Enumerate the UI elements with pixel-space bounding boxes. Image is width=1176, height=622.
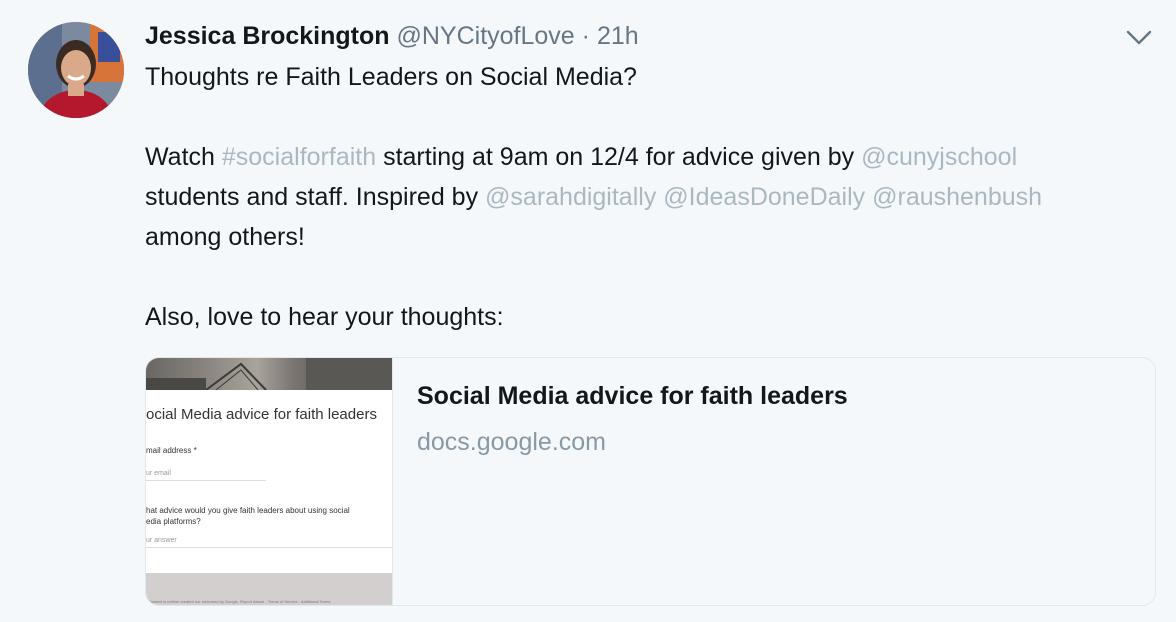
separator-dot: · [581, 22, 590, 50]
tweet-text: starting at 9am on 12/4 for advice given… [376, 143, 862, 171]
tweet-text: Thoughts re Faith Leaders on Social Medi… [145, 63, 637, 91]
tweet-text-line-5: Also, love to hear your thoughts: [145, 297, 504, 337]
thumbnail-header-photo [146, 358, 392, 391]
tweet-timestamp[interactable]: 21h [597, 22, 639, 50]
card-thumbnail: ocial Media advice for faith leaders mai… [146, 358, 393, 605]
mention-link[interactable]: @sarahdigitally [485, 183, 656, 211]
tweet-header: Jessica Brockington @NYCityofLove · 21h [145, 20, 639, 52]
tweet-text-line-1: Thoughts re Faith Leaders on Social Medi… [145, 57, 637, 97]
tweet-text: among others! [145, 223, 305, 251]
tweet-text: Watch [145, 143, 222, 171]
tweet-text: Also, love to hear your thoughts: [145, 303, 504, 331]
thumbnail-field-label: mail address * [146, 446, 197, 455]
hashtag-link[interactable]: #socialforfaith [222, 143, 376, 171]
link-preview-card[interactable]: ocial Media advice for faith leaders mai… [145, 357, 1156, 606]
avatar[interactable] [28, 22, 124, 118]
thumbnail-footer-text: Content is neither created nor endorsed … [148, 599, 331, 604]
thumbnail-field-label: hat advice would you give faith leaders … [146, 506, 350, 515]
tweet-text-line-4: among others! [145, 217, 305, 257]
author-username[interactable]: @NYCityofLove [396, 22, 574, 50]
mention-link[interactable]: @cunyjschool [861, 143, 1017, 171]
tweet: Jessica Brockington @NYCityofLove · 21h … [0, 0, 1176, 622]
thumbnail-field-label: edia platforms? [146, 517, 201, 526]
thumbnail-field-hint: ur answer [146, 537, 177, 544]
thumbnail-divider [146, 547, 392, 548]
thumbnail-form-title: ocial Media advice for faith leaders [146, 406, 377, 423]
card-title[interactable]: Social Media advice for faith leaders [417, 382, 848, 411]
tweet-text: students and staff. Inspired by [145, 183, 486, 211]
avatar-image [28, 22, 124, 118]
mention-link[interactable]: @raushenbush [872, 183, 1042, 211]
card-domain: docs.google.com [417, 428, 607, 456]
thumbnail-divider [146, 480, 266, 481]
tweet-text-line-3: students and staff. Inspired by @sarahdi… [145, 177, 1042, 217]
mention-link[interactable]: @IdeasDoneDaily [663, 183, 865, 211]
thumbnail-field-hint: ur email [146, 470, 171, 477]
tweet-text-line-2: Watch #socialforfaith starting at 9am on… [145, 137, 1017, 177]
author-fullname[interactable]: Jessica Brockington [145, 22, 390, 50]
chevron-down-icon[interactable] [1124, 26, 1154, 50]
